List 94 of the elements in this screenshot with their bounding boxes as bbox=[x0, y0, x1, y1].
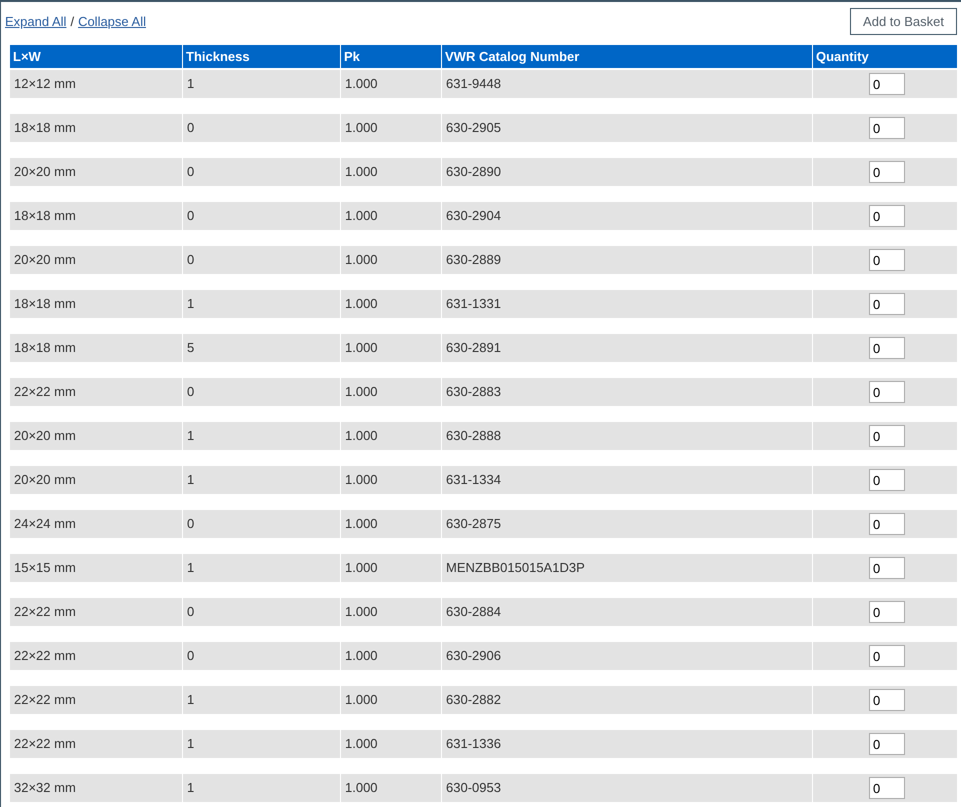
table-cell: 0 bbox=[183, 202, 340, 230]
table-cell: 0 bbox=[183, 114, 340, 142]
column-header: Quantity bbox=[813, 45, 957, 68]
quantity-field[interactable]: 0 bbox=[869, 689, 905, 711]
table-cell: 630-2884 bbox=[442, 598, 812, 626]
table-cell: 0 bbox=[183, 510, 340, 538]
table-cell: 630-0953 bbox=[442, 774, 812, 802]
table-cell: 1.000 bbox=[341, 246, 441, 274]
quantity-field[interactable]: 0 bbox=[869, 601, 905, 623]
table-cell: 631-1336 bbox=[442, 730, 812, 758]
table-cell: 15×15 mm bbox=[10, 554, 182, 582]
table-cell: 1.000 bbox=[341, 510, 441, 538]
quantity-field[interactable]: 0 bbox=[869, 161, 905, 183]
expand-all-link[interactable]: Expand All bbox=[5, 14, 66, 28]
table-cell: 1 bbox=[183, 422, 340, 450]
column-header: VWR Catalog Number bbox=[442, 45, 812, 68]
table-cell: 631-9448 bbox=[442, 70, 812, 98]
table-cell: 20×20 mm bbox=[10, 466, 182, 494]
table-cell: 1.000 bbox=[341, 334, 441, 362]
table-cell: 20×20 mm bbox=[10, 158, 182, 186]
table-cell: 32×32 mm bbox=[10, 774, 182, 802]
table-cell: 630-2906 bbox=[442, 642, 812, 670]
column-header: Thickness bbox=[183, 45, 340, 68]
table-cell: 630-2889 bbox=[442, 246, 812, 274]
quantity-field[interactable]: 0 bbox=[869, 777, 905, 799]
quantity-field[interactable]: 0 bbox=[869, 469, 905, 491]
table-cell: 1.000 bbox=[341, 466, 441, 494]
table-cell: 5 bbox=[183, 334, 340, 362]
table-cell: 1.000 bbox=[341, 686, 441, 714]
quantity-field[interactable]: 0 bbox=[869, 557, 905, 579]
quantity-field[interactable]: 0 bbox=[869, 645, 905, 667]
quantity-field[interactable]: 0 bbox=[869, 733, 905, 755]
table-cell: 18×18 mm bbox=[10, 114, 182, 142]
quantity-field[interactable]: 0 bbox=[869, 337, 905, 359]
table-cell: 20×20 mm bbox=[10, 246, 182, 274]
table-cell: 22×22 mm bbox=[10, 598, 182, 626]
table-cell: 0 bbox=[183, 598, 340, 626]
quantity-field[interactable]: 0 bbox=[869, 73, 905, 95]
table-cell: 22×22 mm bbox=[10, 378, 182, 406]
table-cell: 630-2883 bbox=[442, 378, 812, 406]
quantity-field[interactable]: 0 bbox=[869, 513, 905, 535]
table-cell: 18×18 mm bbox=[10, 202, 182, 230]
table-cell: 1.000 bbox=[341, 642, 441, 670]
table-cell: 630-2905 bbox=[442, 114, 812, 142]
table-cell: 0 bbox=[183, 642, 340, 670]
table-cell: 1.000 bbox=[341, 290, 441, 318]
table-cell: 1.000 bbox=[341, 158, 441, 186]
quantity-field[interactable]: 0 bbox=[869, 205, 905, 227]
separator: / bbox=[70, 14, 74, 28]
table-cell: 18×18 mm bbox=[10, 334, 182, 362]
table-cell: 20×20 mm bbox=[10, 422, 182, 450]
quantity-field[interactable]: 0 bbox=[869, 117, 905, 139]
quantity-field[interactable]: 0 bbox=[869, 381, 905, 403]
table-cell: 1.000 bbox=[341, 202, 441, 230]
table-cell: 22×22 mm bbox=[10, 642, 182, 670]
table-cell: 1 bbox=[183, 730, 340, 758]
table-cell: 22×22 mm bbox=[10, 730, 182, 758]
table-cell: 18×18 mm bbox=[10, 290, 182, 318]
table-cell: 630-2891 bbox=[442, 334, 812, 362]
quantity-field[interactable]: 0 bbox=[869, 249, 905, 271]
quantity-field[interactable]: 0 bbox=[869, 425, 905, 447]
table-cell: 1 bbox=[183, 686, 340, 714]
table-cell: 631-1331 bbox=[442, 290, 812, 318]
table-cell: 1 bbox=[183, 466, 340, 494]
table-cell: 630-2904 bbox=[442, 202, 812, 230]
table-cell: 1 bbox=[183, 290, 340, 318]
column-header: L×W bbox=[10, 45, 182, 68]
table-cell: 630-2890 bbox=[442, 158, 812, 186]
table-cell: 24×24 mm bbox=[10, 510, 182, 538]
table-cell: 1.000 bbox=[341, 422, 441, 450]
table-cell: MENZBB015015A1D3P bbox=[442, 554, 812, 582]
add-to-basket-button[interactable]: Add to Basket bbox=[850, 8, 957, 34]
table-cell: 0 bbox=[183, 378, 340, 406]
table-cell: 1.000 bbox=[341, 70, 441, 98]
table-cell: 0 bbox=[183, 246, 340, 274]
table-cell: 1.000 bbox=[341, 114, 441, 142]
table-cell: 1 bbox=[183, 774, 340, 802]
table-cell: 1.000 bbox=[341, 598, 441, 626]
table-cell: 12×12 mm bbox=[10, 70, 182, 98]
table-cell: 1 bbox=[183, 70, 340, 98]
table-cell: 631-1334 bbox=[442, 466, 812, 494]
table-cell: 22×22 mm bbox=[10, 686, 182, 714]
table-cell: 1 bbox=[183, 554, 340, 582]
table-cell: 1.000 bbox=[341, 554, 441, 582]
column-header: Pk bbox=[341, 45, 441, 68]
table-cell: 0 bbox=[183, 158, 340, 186]
table-cell: 630-2888 bbox=[442, 422, 812, 450]
table-cell: 1.000 bbox=[341, 730, 441, 758]
table-cell: 630-2882 bbox=[442, 686, 812, 714]
quantity-field[interactable]: 0 bbox=[869, 293, 905, 315]
table-cell: 630-2875 bbox=[442, 510, 812, 538]
table-cell: 1.000 bbox=[341, 378, 441, 406]
collapse-all-link[interactable]: Collapse All bbox=[78, 14, 146, 28]
table-cell: 1.000 bbox=[341, 774, 441, 802]
